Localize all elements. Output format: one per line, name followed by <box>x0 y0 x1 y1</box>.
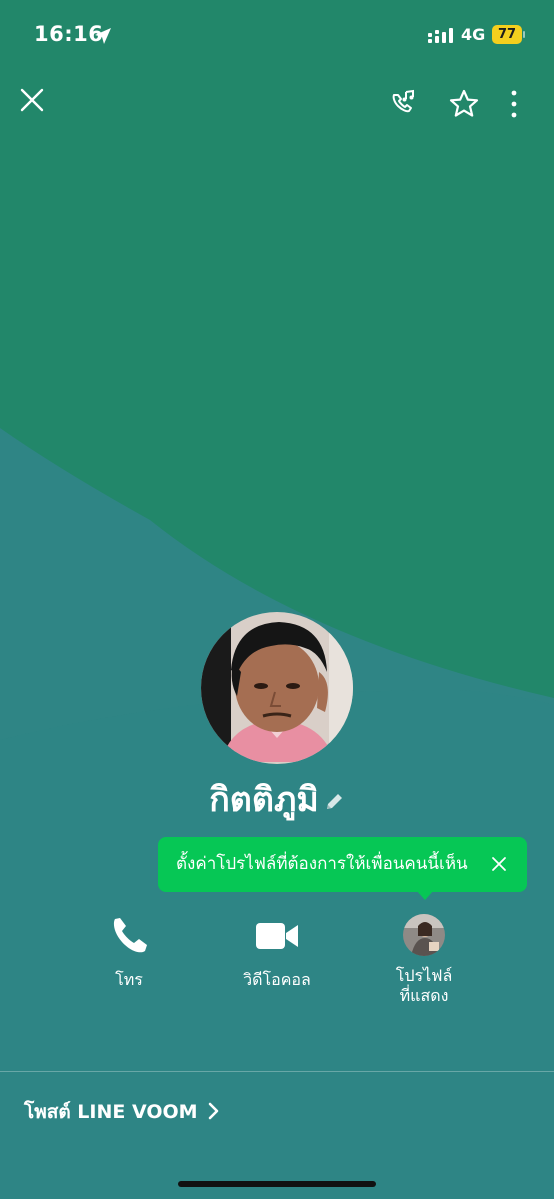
displayed-profile-button[interactable]: โปรไฟล์ ที่แสดง <box>359 912 489 1006</box>
tooltip-text: ตั้งค่าโปรไฟล์ที่ต้องการให้เพื่อนคนนี้เห… <box>176 854 468 874</box>
tooltip-arrow <box>416 890 434 900</box>
ringtone-icon[interactable] <box>388 88 418 118</box>
profile-screen: 16:16 4G 77 กิตติภูมิ ตั้งค่าโปรไฟล์ที่ต… <box>0 0 554 1199</box>
tooltip-close-icon[interactable] <box>490 855 508 873</box>
close-icon[interactable] <box>18 86 46 114</box>
profile-setting-tooltip[interactable]: ตั้งค่าโปรไฟล์ที่ต้องการให้เพื่อนคนนี้เห… <box>158 837 527 892</box>
profile-thumbnail <box>403 914 445 956</box>
video-call-label: วิดีโอคอล <box>243 970 311 989</box>
star-icon[interactable] <box>448 88 480 120</box>
profile-name[interactable]: กิตติภูมิ <box>209 780 319 820</box>
network-type: 4G <box>461 25 486 44</box>
battery-cap <box>523 31 525 38</box>
battery-level: 77 <box>492 25 522 44</box>
call-label: โทร <box>115 970 143 989</box>
location-arrow-icon <box>95 28 111 44</box>
profile-avatar[interactable] <box>201 612 353 764</box>
cellular-signal-icon <box>428 28 453 43</box>
phone-icon <box>113 918 147 953</box>
line-voom-link[interactable]: โพสต์ LINE VOOM <box>24 1097 220 1127</box>
profile-name-row: กิตติภูมิ <box>0 772 554 826</box>
call-button[interactable]: โทร <box>64 912 194 990</box>
video-camera-icon <box>256 923 298 949</box>
displayed-profile-label: โปรไฟล์ ที่แสดง <box>359 966 489 1006</box>
home-indicator[interactable] <box>178 1181 376 1187</box>
line-voom-label: โพสต์ LINE VOOM <box>24 1101 198 1123</box>
cover-background[interactable] <box>0 0 554 1199</box>
more-icon[interactable] <box>504 88 524 120</box>
video-call-button[interactable]: วิดีโอคอล <box>212 912 342 990</box>
displayed-profile-label-line2: ที่แสดง <box>399 986 449 1005</box>
battery-indicator: 77 <box>492 25 525 44</box>
divider <box>0 1071 554 1072</box>
chevron-right-icon <box>208 1102 218 1120</box>
avatar-photo <box>201 612 353 764</box>
pencil-icon[interactable] <box>323 791 345 813</box>
displayed-profile-label-line1: โปรไฟล์ <box>395 966 453 985</box>
